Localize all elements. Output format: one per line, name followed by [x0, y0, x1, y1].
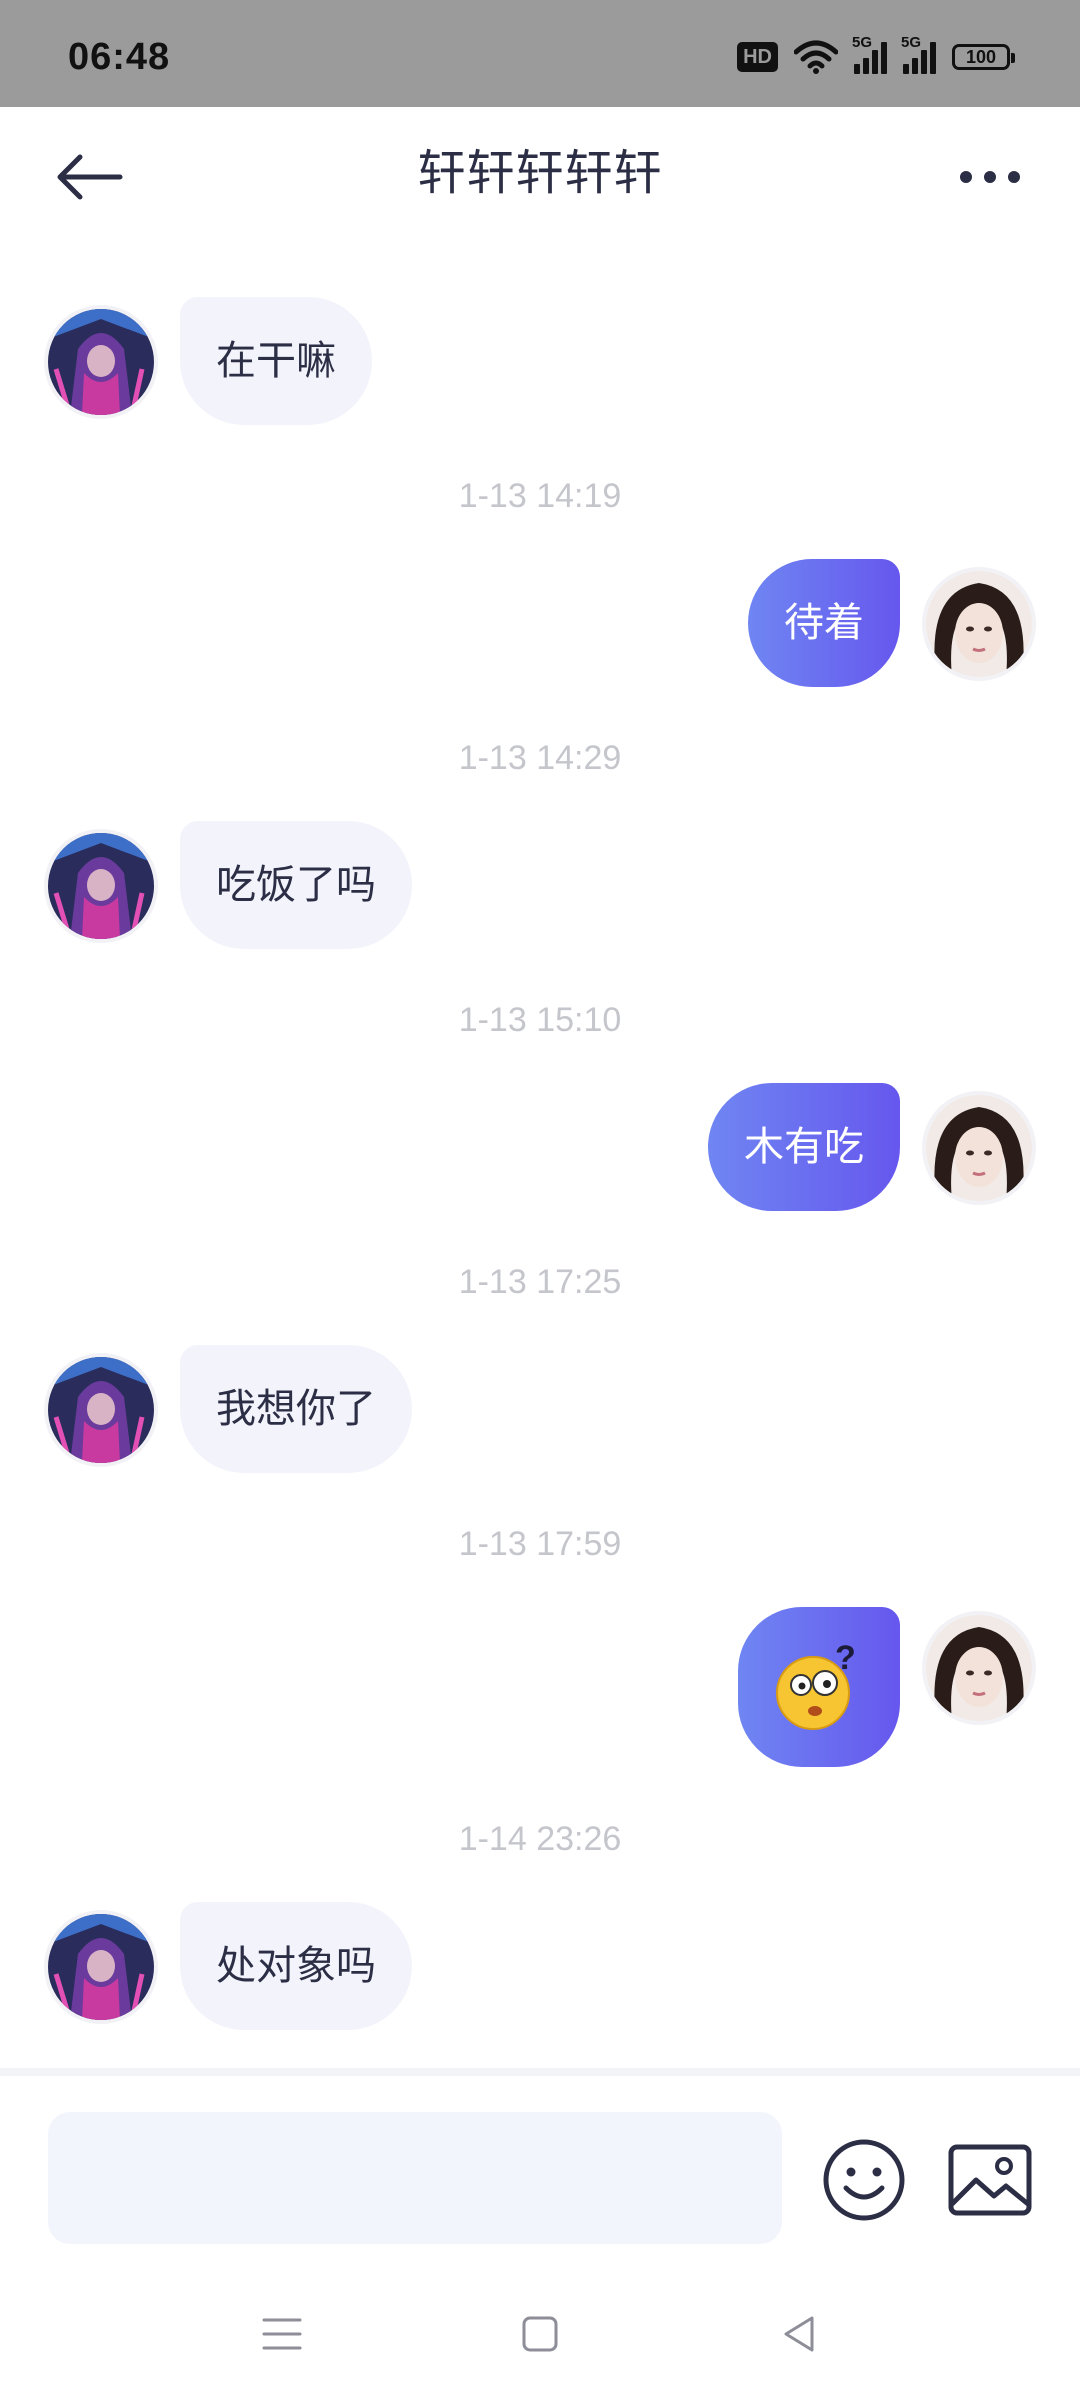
incoming-message-bubble[interactable]: 我想你了: [180, 1345, 412, 1473]
chat-history[interactable]: 在干嘛 1-13 14:19 待着 1-13 14:29 吃饭了吗 1-13 1…: [0, 237, 1080, 2067]
hd-icon: HD: [737, 42, 778, 72]
signal-icon: 5G: [852, 34, 887, 74]
battery-level: 100: [965, 46, 997, 67]
message-row: 待着: [0, 559, 1080, 689]
message-row: ?: [0, 1607, 1080, 1769]
status-bar: 06:48 HD 5G 5G 100: [0, 0, 1080, 107]
more-options-button[interactable]: [950, 157, 1030, 197]
page-title: 轩轩轩轩轩: [417, 145, 663, 201]
svg-text:?: ?: [835, 1639, 856, 1677]
message-row: 吃饭了吗: [0, 821, 1080, 951]
menu-icon: [262, 2318, 302, 2350]
more-dots-icon: [960, 171, 1020, 183]
message-timestamp: 1-13 17:59: [458, 1525, 622, 1563]
nav-home-button[interactable]: [516, 2310, 564, 2358]
signal-icon: 5G: [901, 34, 936, 74]
contact-avatar[interactable]: [48, 833, 154, 939]
message-row: 我想你了: [0, 1345, 1080, 1475]
message-timestamp: 1-13 14:19: [458, 477, 622, 515]
my-avatar[interactable]: [926, 1615, 1032, 1721]
battery-icon: 100: [952, 44, 1015, 70]
image-icon: [948, 2144, 1032, 2216]
image-button[interactable]: [948, 2144, 1032, 2216]
message-row: 处对象吗: [0, 1902, 1080, 2032]
emoji-button[interactable]: [822, 2138, 906, 2222]
status-icons: HD 5G 5G 100: [737, 34, 1015, 74]
status-time: 06:48: [68, 36, 171, 78]
outgoing-message-bubble[interactable]: 待着: [748, 559, 900, 687]
my-avatar[interactable]: [926, 571, 1032, 677]
contact-avatar[interactable]: [48, 309, 154, 415]
message-timestamp: 1-13 17:25: [458, 1263, 622, 1301]
message-row: 木有吃: [0, 1083, 1080, 1213]
contact-avatar[interactable]: [48, 1914, 154, 2020]
sim2-label: 5G: [901, 34, 922, 51]
wifi-icon: [794, 40, 838, 74]
system-navigation-bar: [0, 2268, 1080, 2400]
message-timestamp: 1-14 23:26: [458, 1820, 622, 1858]
back-triangle-icon: [784, 2316, 814, 2352]
outgoing-message-bubble[interactable]: 木有吃: [708, 1083, 900, 1211]
message-row: 在干嘛: [0, 297, 1080, 427]
nav-menu-button[interactable]: [258, 2310, 306, 2358]
contact-avatar[interactable]: [48, 1357, 154, 1463]
home-square-icon: [522, 2316, 558, 2352]
smiley-icon: [823, 2139, 905, 2221]
message-timestamp: 1-13 15:10: [458, 1001, 622, 1039]
confused-face-emoji: ?: [776, 1639, 856, 1730]
incoming-message-bubble[interactable]: 吃饭了吗: [180, 821, 412, 949]
sim1-label: 5G: [852, 34, 873, 51]
nav-back-button[interactable]: [776, 2310, 824, 2358]
outgoing-emoji-bubble[interactable]: ?: [738, 1607, 900, 1767]
incoming-message-bubble[interactable]: 在干嘛: [180, 297, 372, 425]
chat-header: 轩轩轩轩轩: [0, 107, 1080, 237]
my-avatar[interactable]: [926, 1095, 1032, 1201]
message-input[interactable]: [48, 2112, 782, 2244]
message-timestamp: 1-13 14:29: [458, 739, 622, 777]
incoming-message-bubble[interactable]: 处对象吗: [180, 1902, 412, 2030]
message-input-bar: [0, 2068, 1080, 2276]
